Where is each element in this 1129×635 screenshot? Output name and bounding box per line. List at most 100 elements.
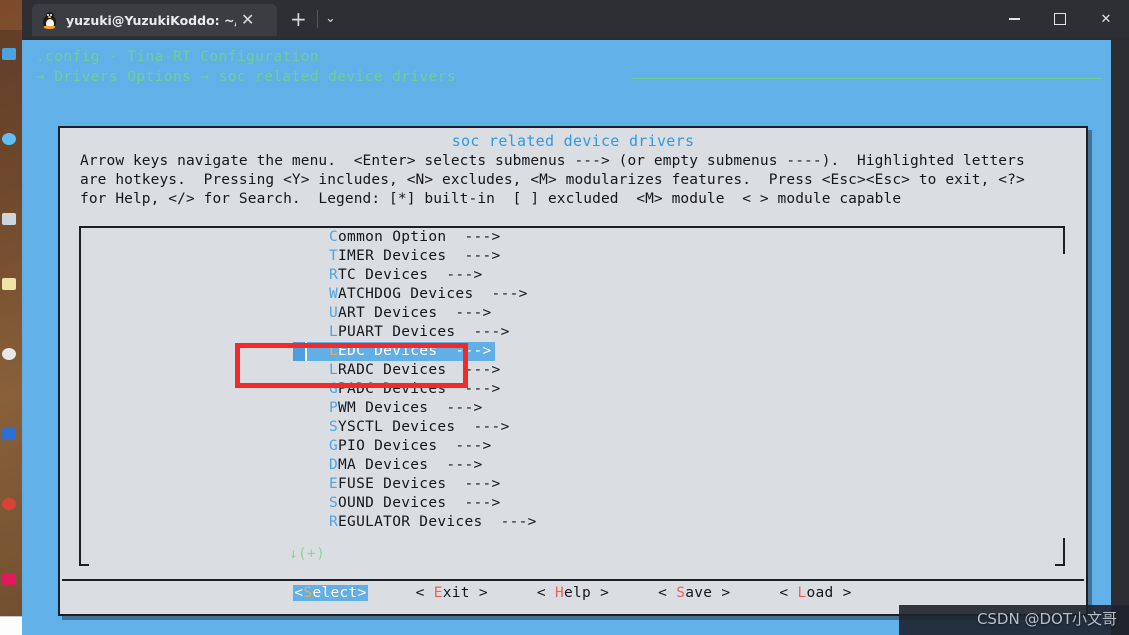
menu-item-hotkey: S xyxy=(329,495,339,511)
menu-item-label: RADC Devices ---> xyxy=(338,362,501,378)
menu-item-hotkey: E xyxy=(329,476,339,492)
menu-item-hotkey: W xyxy=(329,286,339,302)
cursor-block xyxy=(293,342,307,361)
button-prefix: < xyxy=(536,585,555,601)
menu-item-hotkey: G xyxy=(329,381,339,397)
menu-item-label: PIO Devices ---> xyxy=(338,438,492,454)
new-tab-icon[interactable]: + xyxy=(290,9,307,29)
button-prefix: < xyxy=(658,585,677,601)
menu-item-hotkey: G xyxy=(329,438,339,454)
tab-title-label: yuzuki@YuzukiKoddo: ~/Work xyxy=(66,12,236,28)
menu-item-label: ATCHDOG Devices ---> xyxy=(338,286,528,302)
menu-item[interactable]: REGULATOR Devices ---> xyxy=(79,513,1065,532)
desktop-icon-network[interactable] xyxy=(2,133,24,153)
watermark-label: CSDN @DOT小文哥 xyxy=(976,610,1117,628)
menu-item-label: ART Devices ---> xyxy=(338,305,492,321)
menu-item[interactable]: SYSCTL Devices ---> xyxy=(79,418,1065,437)
scroll-more-indicator: ↓(+) xyxy=(289,546,326,562)
minimize-button[interactable] xyxy=(991,0,1037,38)
menu-item[interactable]: RTC Devices ---> xyxy=(79,266,1065,285)
menu-item-hotkey: L xyxy=(329,324,339,340)
dialog-button[interactable]: < Save > xyxy=(657,585,731,601)
menu-item[interactable]: UART Devices ---> xyxy=(79,304,1065,323)
titlebar-divider xyxy=(317,10,318,28)
chevron-down-icon[interactable]: ⌄ xyxy=(325,10,336,28)
menu-item-label: YSCTL Devices ---> xyxy=(338,419,510,435)
menu-item[interactable]: DMA Devices ---> xyxy=(79,456,1065,475)
menu-item-hotkey: L xyxy=(329,343,339,359)
button-prefix: < xyxy=(779,585,798,601)
button-hotkey: E xyxy=(433,585,443,601)
button-suffix: elp > xyxy=(563,585,610,601)
menu-item-label: EDC Devices ---> xyxy=(338,343,492,359)
menu-item-hotkey: S xyxy=(329,419,339,435)
close-window-button[interactable]: ✕ xyxy=(1083,0,1129,38)
button-suffix: elect> xyxy=(312,585,367,601)
button-suffix: ave > xyxy=(685,585,731,601)
terminal-tab[interactable]: yuzuki@YuzukiKoddo: ~/Work ✕ xyxy=(32,4,277,36)
terminal-window: yuzuki@YuzukiKoddo: ~/Work ✕ + ⌄ ✕ .conf… xyxy=(22,0,1129,635)
button-suffix: oad > xyxy=(806,585,852,601)
menu-item-label: EGULATOR Devices ---> xyxy=(338,514,537,530)
menu-item-label: FUSE Devices ---> xyxy=(338,476,501,492)
terminal-content: .config - Tina-RT Configuration → Driver… xyxy=(22,40,1111,635)
window-titlebar: yuzuki@YuzukiKoddo: ~/Work ✕ + ⌄ ✕ xyxy=(22,0,1129,38)
button-prefix: < xyxy=(415,585,434,601)
breadcrumb-rule xyxy=(632,78,1102,79)
menu-item-label: ommon Option ---> xyxy=(338,229,501,245)
menuconfig-background-title: .config - Tina-RT Configuration xyxy=(36,49,320,65)
menu-item[interactable]: LPUART Devices ---> xyxy=(79,323,1065,342)
menu-dialog: soc related device drivers Arrow keys na… xyxy=(58,126,1088,616)
menu-item[interactable]: WATCHDOG Devices ---> xyxy=(79,285,1065,304)
maximize-button[interactable] xyxy=(1037,0,1083,38)
menu-item-label: WM Devices ---> xyxy=(338,400,483,416)
desktop-icon-app[interactable] xyxy=(2,428,24,448)
window-controls: ✕ xyxy=(991,0,1129,38)
button-hotkey: H xyxy=(554,585,564,601)
menu-item[interactable]: EFUSE Devices ---> xyxy=(79,475,1065,494)
menu-item[interactable]: GPADC Devices ---> xyxy=(79,380,1065,399)
menuconfig-breadcrumb: → Drivers Options → soc related device d… xyxy=(36,69,456,85)
menu-item-list[interactable]: Common Option ---> TIMER Devices ---> RTC … xyxy=(79,228,1065,566)
menu-item[interactable]: LRADC Devices ---> xyxy=(79,361,1065,380)
desktop-icon-folder[interactable] xyxy=(2,278,24,298)
menu-item-hotkey: U xyxy=(329,305,339,321)
menu-item[interactable]: TIMER Devices ---> xyxy=(79,247,1065,266)
desktop-icon-pink-app[interactable] xyxy=(2,573,24,593)
close-tab-icon[interactable]: ✕ xyxy=(236,10,259,30)
desktop-icon-chrome[interactable] xyxy=(2,348,24,368)
desktop-icon-this-pc[interactable] xyxy=(2,48,24,68)
menu-item-hotkey: T xyxy=(329,248,339,264)
menu-item-hotkey: P xyxy=(329,400,339,416)
menu-item-label: TC Devices ---> xyxy=(338,267,483,283)
dialog-button[interactable]: <Select> xyxy=(293,585,368,601)
screen: dsp ( ) EVA MT…R1… BU… (第一文件夹) yuzuki@Yu… xyxy=(0,0,1129,635)
dialog-button[interactable]: < Exit > xyxy=(415,585,489,601)
menu-item-hotkey: R xyxy=(329,514,339,530)
menu-item-label: PUART Devices ---> xyxy=(338,324,510,340)
menu-item[interactable]: GPIO Devices ---> xyxy=(79,437,1065,456)
menu-item-hotkey: D xyxy=(329,457,339,473)
menu-item-hotkey: R xyxy=(329,267,339,283)
menu-item-label: OUND Devices ---> xyxy=(338,495,501,511)
dialog-help-text: Arrow keys navigate the menu. <Enter> se… xyxy=(80,153,1025,207)
button-hotkey: S xyxy=(676,585,686,601)
menu-item-label: IMER Devices ---> xyxy=(338,248,501,264)
menu-item[interactable]: LEDC Devices ---> xyxy=(79,342,1065,361)
menu-item[interactable]: Common Option ---> xyxy=(79,228,1065,247)
menu-item[interactable]: PWM Devices ---> xyxy=(79,399,1065,418)
menu-item-hotkey: L xyxy=(329,362,339,378)
menu-item-hotkey: C xyxy=(329,229,339,245)
menu-item[interactable]: SOUND Devices ---> xyxy=(79,494,1065,513)
dialog-button[interactable]: < Help > xyxy=(536,585,610,601)
dialog-buttons: <Select> < Exit > < Help > < Save > < Load > xyxy=(60,585,1086,601)
desktop-icon-chrome-2[interactable] xyxy=(2,498,24,518)
menu-item-label: MA Devices ---> xyxy=(338,457,483,473)
dialog-title: soc related device drivers xyxy=(451,132,695,150)
button-separator xyxy=(62,579,1084,581)
button-suffix: xit > xyxy=(442,585,488,601)
desktop-icon-recycle-bin[interactable] xyxy=(2,213,24,233)
menu-item-label: PADC Devices ---> xyxy=(338,381,501,397)
tux-penguin-icon xyxy=(42,11,57,29)
dialog-button[interactable]: < Load > xyxy=(778,585,852,601)
